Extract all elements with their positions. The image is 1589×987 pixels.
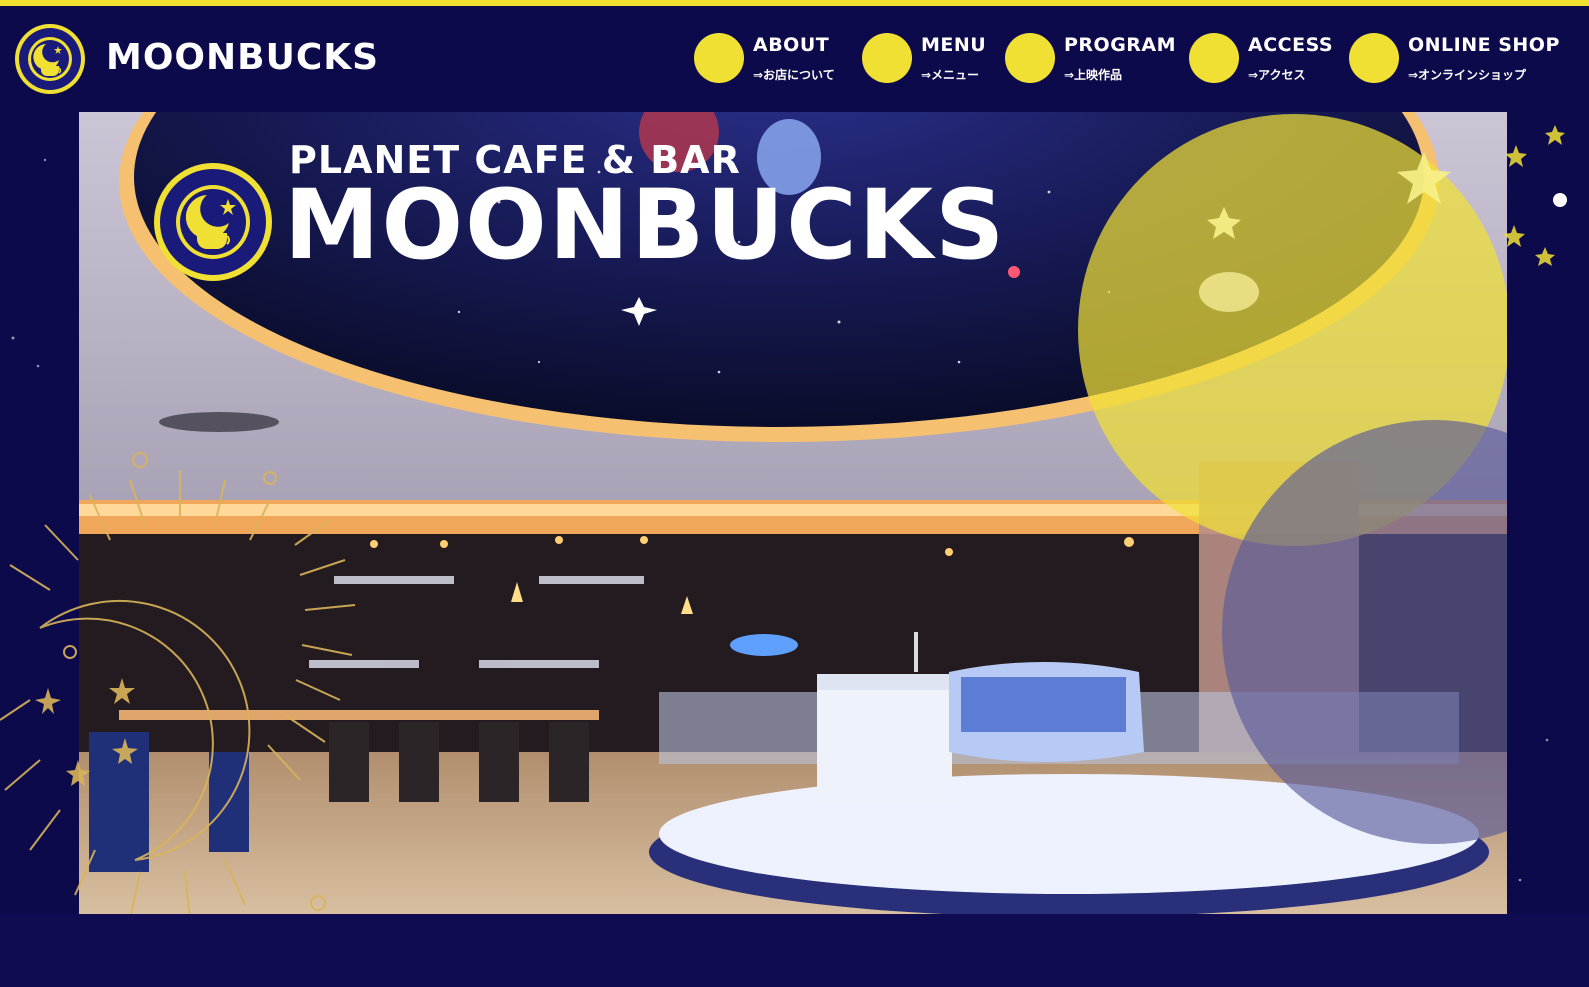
nav-online-shop-label: ONLINE SHOP [1408, 34, 1560, 56]
nav-about-label: ABOUT [753, 34, 830, 56]
nav-dot-icon [1005, 33, 1055, 83]
nav-access-label: ACCESS [1248, 34, 1334, 56]
brand-name[interactable]: MOONBUCKS [106, 36, 379, 80]
nav-dot-icon [1349, 33, 1399, 83]
nav-dot-icon [1189, 33, 1239, 83]
hero-section: PLANET CAFE & BAR MOONBUCKS [79, 112, 1507, 914]
nav-menu-sublabel: ⇒メニュー [921, 68, 980, 82]
page-bottom-band [0, 914, 1589, 987]
hero-side-strip [1507, 112, 1589, 914]
nav-dot-icon [862, 33, 912, 83]
hero-title: MOONBUCKS [284, 169, 1007, 281]
nav-program-label: PROGRAM [1064, 34, 1177, 56]
hero-logo-badge-icon [154, 163, 272, 281]
nav-about-sublabel: ⇒お店について [753, 68, 835, 82]
nav-online-shop-sublabel: ⇒オンラインショップ [1408, 68, 1527, 82]
moonbucks-logo-icon[interactable] [13, 22, 87, 96]
nav-access-sublabel: ⇒アクセス [1248, 68, 1306, 82]
slider-dot-indicator[interactable] [1553, 193, 1567, 207]
nav-menu-label: MENU [921, 34, 987, 56]
site-header: MOONBUCKS ABOUT ⇒お店について MENU ⇒メニュー PROGR… [0, 6, 1589, 110]
nav-program-sublabel: ⇒上映作品 [1064, 68, 1123, 82]
nav-dot-icon [694, 33, 744, 83]
